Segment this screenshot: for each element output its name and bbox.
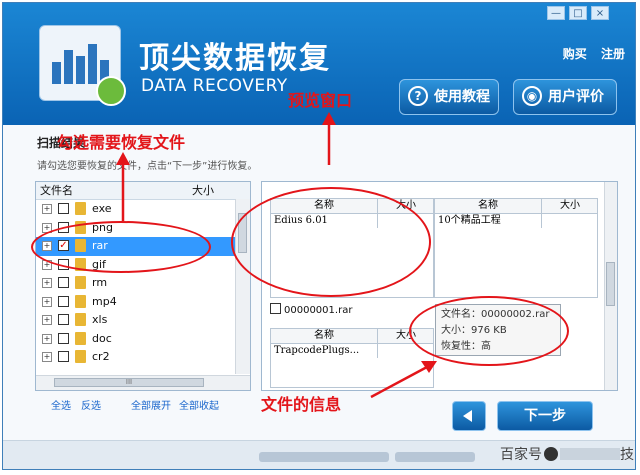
folder-icon [75,313,86,326]
watermark-icon [544,447,558,461]
file-tree-header: 文件名 大小 [36,182,250,200]
maximize-button[interactable]: □ [569,6,587,20]
file-type-row[interactable]: + exe [36,200,250,219]
review-button[interactable]: ◉ 用户评价 [513,79,617,115]
annotation-select-files: 勾选需要恢复文件 [57,133,186,152]
preview-file-label: 00000001.rar [284,305,353,316]
expand-icon[interactable]: + [42,204,52,214]
select-all-link[interactable]: 全选 [51,397,71,412]
file-type-row[interactable]: + cr2 [36,348,250,367]
invert-selection-link[interactable]: 反选 [81,397,101,412]
col-filename[interactable]: 文件名 [40,182,73,199]
file-type-label: doc [92,331,112,345]
instruction-text: 请勾选您要恢复的文件，点击“下一步”进行恢复。 [37,161,258,172]
expand-icon[interactable]: + [42,278,52,288]
collapse-all-link[interactable]: 全部收起 [179,397,219,412]
minimize-button[interactable]: — [547,6,565,20]
expand-icon[interactable]: + [42,333,52,344]
preview-tile[interactable]: 名称 大小 10个精品工程 [434,198,598,298]
scroll-thumb[interactable] [606,262,615,306]
blurred-text [560,448,620,460]
tutorial-button[interactable]: ? 使用教程 [399,79,499,115]
app-subtitle: DATA RECOVERY [141,76,288,96]
col-size[interactable]: 大小 [192,182,214,199]
expand-icon[interactable]: + [42,315,52,325]
expand-icon[interactable]: + [42,296,52,307]
checkbox[interactable] [270,303,281,314]
highlight-ellipse [231,187,431,297]
preview-tile-row[interactable]: TrapcodePlugs... [271,344,433,358]
file-tree[interactable]: 文件名 大小 + exe + png + ✓ rar + gif + rm + mp4 + xl… [35,181,251,391]
arrow-icon [370,361,437,399]
app-logo-icon [39,25,126,106]
file-type-row[interactable]: + doc [36,330,250,349]
file-type-row[interactable]: + xls [36,311,250,330]
review-button-label: 用户评价 [548,89,604,105]
help-icon: ? [408,86,428,106]
blurred-text [395,452,475,462]
checkbox[interactable] [58,203,69,214]
file-type-label: cr2 [92,350,110,363]
app-title: 顶尖数据恢复 [139,41,331,76]
folder-icon [75,350,86,363]
annotation-file-info: 文件的信息 [261,395,342,414]
file-type-row[interactable]: + rm [36,274,250,293]
checkbox[interactable] [58,277,69,288]
highlight-ellipse [31,221,211,273]
checkbox[interactable] [58,351,69,362]
expand-all-link[interactable]: 全部展开 [131,397,171,412]
file-type-row[interactable]: + mp4 [36,293,250,312]
buy-link[interactable]: 购买 [563,47,587,61]
arrow-icon [322,112,336,165]
blurred-text [259,452,389,462]
folder-icon [75,294,86,308]
tree-horizontal-scrollbar[interactable]: III [36,375,250,390]
annotation-preview-window: 预览窗口 [288,91,353,110]
watermark-right: 技 [620,447,634,463]
folder-icon [75,331,86,345]
scroll-thumb[interactable]: III [54,378,204,387]
preview-file-item[interactable]: 00000001.rar [270,302,352,316]
refresh-icon [96,76,126,106]
close-button[interactable]: × [591,6,609,20]
file-type-label: xls [92,313,108,326]
file-type-label: exe [92,202,112,215]
preview-vertical-scrollbar[interactable] [604,182,617,390]
checkbox[interactable] [58,314,69,325]
checkbox[interactable] [58,295,69,307]
preview-tile-row[interactable]: 10个精品工程 [435,214,597,228]
register-link[interactable]: 注册 [601,47,625,61]
watermark: 百家号 技 [500,444,634,464]
review-icon: ◉ [522,86,542,106]
back-button[interactable] [452,401,486,431]
tutorial-button-label: 使用教程 [434,89,490,105]
arrow-icon [116,152,130,221]
next-step-button[interactable]: 下一步 [497,401,593,431]
file-type-label: mp4 [92,294,117,308]
folder-icon [75,276,86,289]
checkbox[interactable] [58,332,69,344]
folder-icon [75,202,86,215]
app-window: — □ × 顶尖数据恢复 DATA RECOVERY 购买 注册 ? 使用教程 … [2,2,636,470]
expand-icon[interactable]: + [42,352,52,362]
preview-tile-header: 名称 大小 [435,199,597,214]
watermark-left: 百家号 [500,447,542,463]
file-type-label: rm [92,276,108,289]
highlight-ellipse [409,296,569,366]
account-links: 购买 注册 [553,45,625,62]
